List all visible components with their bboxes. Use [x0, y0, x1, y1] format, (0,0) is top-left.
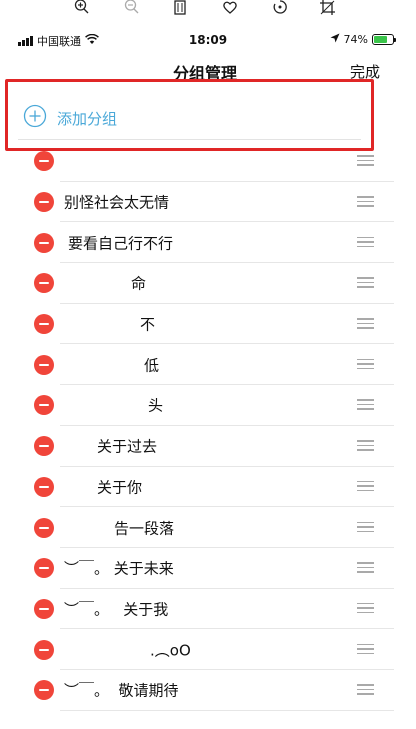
group-row[interactable]: ︶￣。 关于未来: [0, 548, 416, 589]
delete-group-icon[interactable]: [34, 395, 54, 416]
delete-group-icon[interactable]: [34, 436, 54, 457]
delete-group-icon[interactable]: [34, 314, 54, 335]
drag-handle-icon[interactable]: [357, 602, 374, 614]
drag-handle-icon[interactable]: [357, 399, 374, 410]
delete-group-icon[interactable]: [34, 192, 54, 213]
heart-icon[interactable]: [218, 0, 242, 18]
drag-handle-icon[interactable]: [357, 236, 374, 248]
delete-group-icon[interactable]: [34, 273, 54, 294]
group-row[interactable]: 不: [0, 304, 416, 345]
drag-handle-icon[interactable]: [357, 277, 374, 288]
group-label: 不: [140, 315, 156, 334]
group-label: 命: [131, 274, 147, 293]
add-group-button[interactable]: 添加分组: [23, 104, 117, 132]
group-label: ︶￣。 敬请期待: [64, 681, 179, 700]
group-row[interactable]: [0, 141, 416, 182]
delete-group-icon[interactable]: [34, 354, 54, 375]
group-label: 关于你: [97, 478, 143, 497]
zoom-in-icon[interactable]: [70, 0, 94, 18]
status-right: 74%: [330, 33, 396, 46]
delete-group-icon[interactable]: [34, 598, 54, 619]
group-row[interactable]: ︶￣。 关于我: [0, 589, 416, 630]
group-label: 告一段落: [114, 519, 175, 538]
drag-handle-icon[interactable]: [357, 521, 374, 533]
delete-group-icon[interactable]: [34, 639, 54, 660]
group-row[interactable]: 告一段落: [0, 507, 416, 548]
delete-group-icon[interactable]: [34, 232, 54, 253]
rotate-icon[interactable]: [268, 0, 292, 18]
group-label: 头: [148, 396, 164, 415]
drag-handle-icon[interactable]: [357, 196, 374, 207]
add-group-label: 添加分组: [57, 109, 118, 128]
drag-handle-icon[interactable]: [357, 684, 374, 695]
delete-group-icon[interactable]: [34, 151, 54, 172]
delete-group-icon[interactable]: [34, 558, 54, 579]
group-list: 别怪社会太无情要看自己行不行命不低头关于过去关于你告一段落 ︶￣。 关于未来 ︶￣。…: [0, 141, 416, 711]
group-row[interactable]: 头: [0, 385, 416, 426]
group-label: 要看自己行不行: [68, 234, 174, 253]
drag-handle-icon[interactable]: [357, 562, 374, 573]
battery-icon: [372, 34, 396, 45]
plus-circle-icon: [23, 104, 47, 132]
drag-handle-icon[interactable]: [357, 643, 374, 655]
zoom-out-icon[interactable]: [120, 0, 144, 18]
drag-handle-icon[interactable]: [357, 155, 374, 166]
group-label: ︶￣。 关于我: [64, 600, 169, 619]
divider: [18, 139, 361, 140]
drag-handle-icon[interactable]: [357, 440, 374, 451]
group-label: ︶￣。 关于未来: [64, 559, 174, 578]
delete-group-icon[interactable]: [34, 680, 54, 701]
trash-icon[interactable]: [168, 0, 192, 18]
group-row[interactable]: 别怪社会太无情: [0, 182, 416, 223]
delete-group-icon[interactable]: [34, 476, 54, 497]
drag-handle-icon[interactable]: [357, 318, 374, 329]
viewer-toolbar: [0, 0, 416, 22]
group-row[interactable]: 低: [0, 344, 416, 386]
location-icon: [330, 33, 340, 46]
group-row[interactable]: 关于过去: [0, 426, 416, 467]
crop-icon[interactable]: [316, 0, 340, 18]
group-label: .︵oO: [150, 641, 191, 660]
group-row[interactable]: .︵oO: [0, 629, 416, 670]
divider: [60, 709, 394, 711]
drag-handle-icon[interactable]: [357, 480, 374, 492]
group-row[interactable]: ︶￣。 敬请期待: [0, 670, 416, 711]
group-row[interactable]: 关于你: [0, 467, 416, 508]
battery-percent: 74%: [343, 33, 368, 46]
delete-group-icon[interactable]: [34, 517, 54, 538]
group-row[interactable]: 命: [0, 263, 416, 304]
group-label: 别怪社会太无情: [64, 193, 170, 212]
status-bar: 中国联通 18:09 74%: [0, 30, 416, 52]
group-label: 关于过去: [97, 437, 158, 456]
group-row[interactable]: 要看自己行不行: [0, 222, 416, 264]
drag-handle-icon[interactable]: [357, 358, 374, 370]
group-label: 低: [144, 356, 160, 375]
